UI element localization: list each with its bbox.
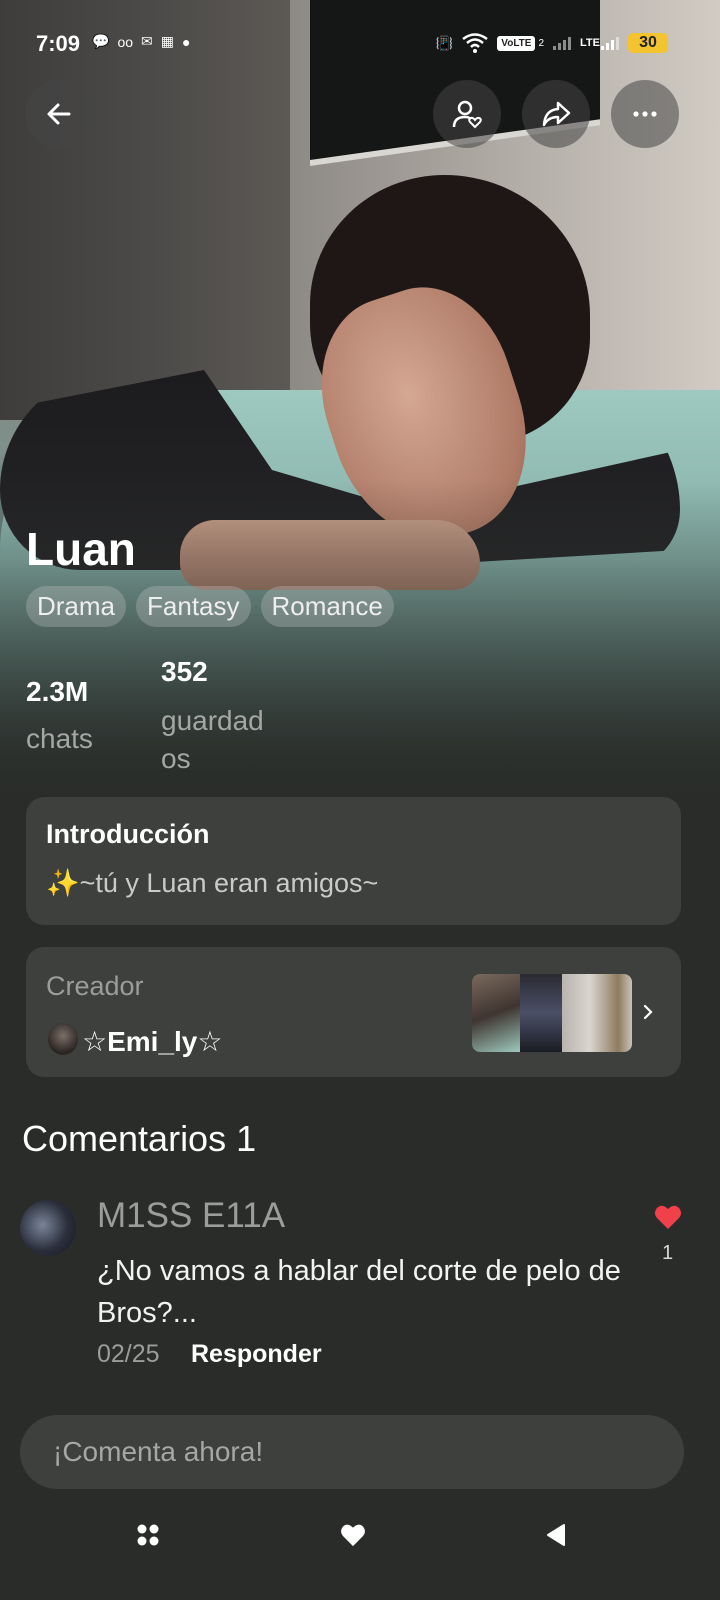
- comment-date: 02/25: [97, 1340, 160, 1368]
- intro-text: ✨~tú y Luan eran amigos~: [46, 868, 379, 898]
- message-icon: ✉: [141, 33, 153, 49]
- share-icon: [542, 101, 571, 127]
- comments-heading: Comentarios 1: [22, 1118, 257, 1159]
- status-bar: 7:09 💬 ᴏᴏ ✉ ▦ ● 📳 VoLTE 2 LTE 30: [0, 0, 720, 92]
- tag-drama[interactable]: Drama: [26, 586, 127, 627]
- back-triangle-icon: [547, 1524, 565, 1546]
- thumbnail-3: [562, 974, 632, 1052]
- user-heart-icon: [452, 100, 482, 129]
- like-count: 1: [662, 1242, 674, 1264]
- reply-button[interactable]: Responder: [191, 1340, 322, 1369]
- voicemail-icon: ᴏᴏ: [117, 33, 134, 50]
- sim-number: 2: [538, 37, 545, 49]
- signal-icon-2: [601, 36, 619, 50]
- more-button[interactable]: [611, 80, 679, 148]
- system-icons: 📳 VoLTE 2 LTE 30: [436, 33, 668, 53]
- intro-title: Introducción: [46, 819, 210, 849]
- saved-label-line2: os: [161, 743, 191, 774]
- nav-favorite-button[interactable]: [336, 1518, 370, 1552]
- wifi-icon: [462, 33, 489, 53]
- share-button[interactable]: [522, 80, 590, 148]
- volte-badge: VoLTE: [497, 35, 536, 51]
- chat-bubble-icon: 💬: [92, 33, 110, 49]
- character-name: Luan: [26, 523, 136, 575]
- arrow-left-icon: [47, 103, 71, 125]
- creator-card[interactable]: Creador ☆Emi_ly☆: [26, 947, 681, 1077]
- status-time: 7:09: [36, 31, 81, 56]
- saved-count: 352: [161, 656, 208, 687]
- lte-label: LTE: [580, 37, 600, 49]
- creator-name: ☆Emi_ly☆: [82, 1026, 223, 1057]
- more-dots-icon: [633, 111, 657, 117]
- app-notification-icon: ▦: [160, 33, 174, 49]
- chats-count: 2.3M: [26, 676, 89, 707]
- apps-grid-icon: [137, 1524, 159, 1546]
- comment-input[interactable]: ¡Comenta ahora!: [20, 1415, 684, 1489]
- vibrate-icon: 📳: [435, 34, 454, 51]
- thumbnail-1: [472, 974, 520, 1052]
- nav-back-button[interactable]: [539, 1518, 573, 1552]
- like-heart-icon[interactable]: [654, 1204, 682, 1230]
- comment-input-placeholder: ¡Comenta ahora!: [53, 1436, 264, 1467]
- battery-indicator: 30: [628, 33, 668, 53]
- saved-label-line1: guardad: [161, 705, 264, 736]
- follow-button[interactable]: [433, 80, 501, 148]
- genre-tags: Drama Fantasy Romance: [26, 586, 394, 627]
- comment-author[interactable]: M1SS E11A: [97, 1196, 285, 1236]
- creator-character-thumbnails[interactable]: [472, 974, 632, 1052]
- chevron-right-icon[interactable]: [642, 999, 656, 1025]
- tag-fantasy[interactable]: Fantasy: [136, 586, 251, 627]
- heart-icon: [341, 1524, 365, 1547]
- tag-romance[interactable]: Romance: [260, 586, 394, 627]
- thumbnail-2: [520, 974, 562, 1052]
- dot-icon: ●: [181, 33, 191, 50]
- creator-label: Creador: [46, 971, 144, 1001]
- comment-text: ¿No vamos a hablar del corte de pelo de …: [97, 1255, 621, 1329]
- signal-icon-1: [553, 36, 572, 50]
- chats-label: chats: [26, 723, 93, 754]
- intro-card: Introducción ✨~tú y Luan eran amigos~: [26, 797, 681, 925]
- notification-icons: 💬 ᴏᴏ ✉ ▦ ●: [92, 33, 190, 50]
- nav-home-button[interactable]: [131, 1518, 165, 1552]
- back-button[interactable]: [25, 80, 93, 148]
- comment-avatar[interactable]: [20, 1200, 76, 1256]
- creator-avatar: [48, 1023, 78, 1055]
